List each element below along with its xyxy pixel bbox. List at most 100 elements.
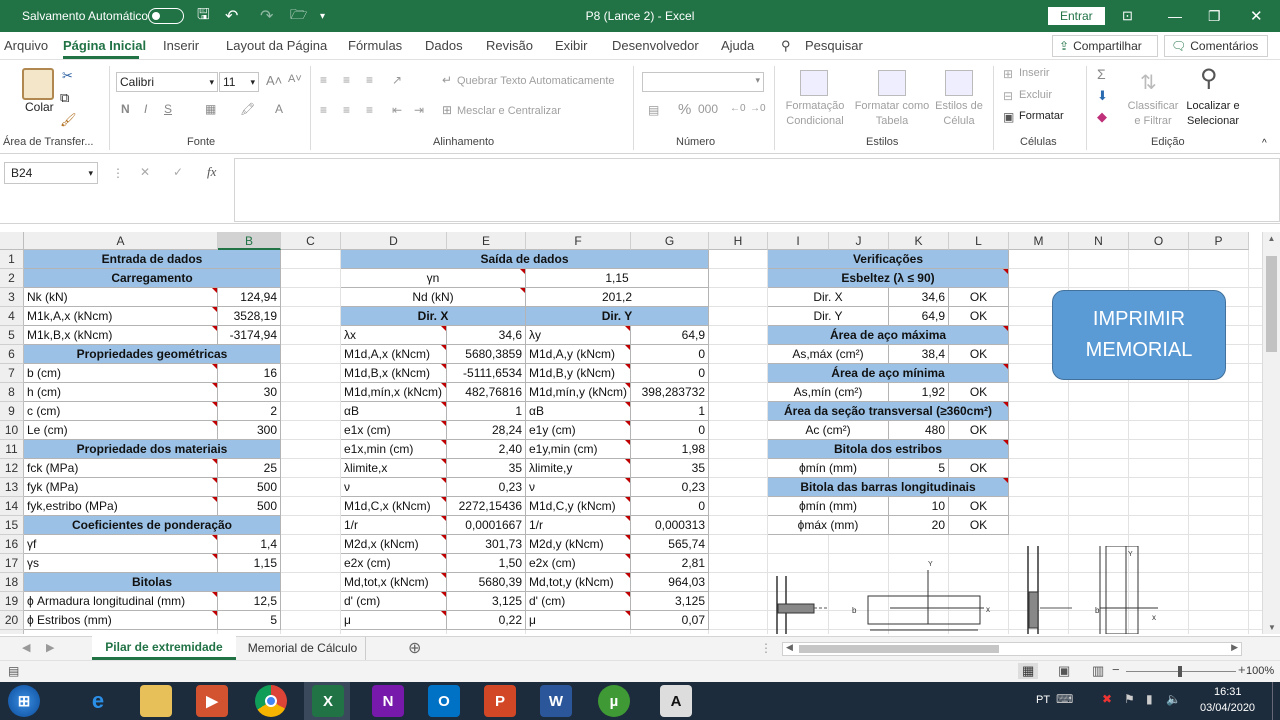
zoom-level[interactable]: 100% (1246, 665, 1274, 677)
wrap-text-icon[interactable]: ↵ (442, 73, 452, 87)
output-label-cell[interactable]: d' (cm) (341, 592, 447, 611)
section-header-cell[interactable]: Coeficientes de ponderação (24, 516, 281, 535)
output-value-cell[interactable]: 0,22 (447, 611, 526, 630)
output-value-cell[interactable]: 3,125 (447, 592, 526, 611)
column-header[interactable]: P (1189, 232, 1249, 250)
font-size-select[interactable]: 11 ▾ (219, 72, 259, 92)
paste-icon[interactable] (22, 68, 54, 100)
check-label-cell[interactable]: Dir. X (768, 288, 889, 307)
output-label-cell[interactable]: λy (526, 326, 631, 345)
check-label-cell[interactable]: ϕmín (mm) (768, 459, 889, 478)
scroll-down-icon[interactable]: ▼ (1263, 623, 1280, 632)
align-right-icon[interactable]: ≡ (366, 103, 373, 117)
check-value-cell[interactable]: 5 (889, 459, 949, 478)
column-header[interactable]: N (1069, 232, 1129, 250)
column-header[interactable]: F (526, 232, 631, 250)
input-label-cell[interactable]: M1k,A,x (kNcm) (24, 307, 218, 326)
input-label-cell[interactable]: b (cm) (24, 364, 218, 383)
dir-y-header-cell[interactable]: Dir. Y (526, 307, 709, 326)
share-button[interactable]: ⇪ Compartilhar (1052, 35, 1158, 57)
increase-decimal-icon[interactable]: ←0 (730, 103, 746, 114)
output-label-cell[interactable]: e1x (cm) (341, 421, 447, 440)
keyboard-icon[interactable]: ⌨ (1056, 692, 1073, 706)
delete-cells-icon[interactable]: ⊟ (1003, 89, 1013, 103)
output-value-cell[interactable]: 1,50 (447, 554, 526, 573)
row-header[interactable]: 5 (0, 326, 24, 345)
tab-file[interactable]: Arquivo (4, 38, 48, 53)
row-header[interactable]: 12 (0, 459, 24, 478)
insert-cells-button[interactable]: Inserir (1019, 67, 1050, 79)
output-label-cell[interactable]: M1d,B,y (kNcm) (526, 364, 631, 383)
bold-icon[interactable]: N (121, 102, 130, 116)
output-value-cell[interactable]: 482,76816 (447, 383, 526, 402)
output-value-cell[interactable]: 28,24 (447, 421, 526, 440)
accounting-format-icon[interactable]: ▤ (648, 103, 659, 117)
conditional-format-icon[interactable] (800, 70, 828, 96)
output-value-cell[interactable]: 0,23 (631, 478, 709, 497)
input-label-cell[interactable]: c (cm) (24, 402, 218, 421)
column-header[interactable]: M (1009, 232, 1069, 250)
row-header[interactable]: 16 (0, 535, 24, 554)
column-header[interactable]: G (631, 232, 709, 250)
output-value-cell[interactable]: 3,125 (631, 592, 709, 611)
output-label-cell[interactable]: Nd (kN) (341, 288, 526, 307)
check-label-cell[interactable]: As,mín (cm²) (768, 383, 889, 402)
tab-insert[interactable]: Inserir (163, 38, 199, 53)
copy-icon[interactable]: ⧉ (60, 90, 69, 106)
name-box[interactable]: B24 ▾ (4, 162, 98, 184)
section-header-cell[interactable]: Propriedade dos materiais (24, 440, 281, 459)
minimize-icon[interactable]: — (1168, 0, 1182, 32)
output-value-cell[interactable]: 398,283732 (631, 383, 709, 402)
tab-page-layout[interactable]: Layout da Página (226, 38, 327, 53)
row-header[interactable]: 13 (0, 478, 24, 497)
input-label-cell[interactable]: fyk (MPa) (24, 478, 218, 497)
section-header-cell[interactable]: Área de aço mínima (768, 364, 1009, 383)
save-icon[interactable]: 🖫 (197, 0, 210, 32)
grow-font-icon[interactable]: A˄ (266, 73, 282, 88)
tab-scroll-left-icon[interactable]: ◀ (22, 641, 30, 654)
decrease-decimal-icon[interactable]: →0 (750, 103, 766, 114)
row-header[interactable]: 1 (0, 250, 24, 269)
output-label-cell[interactable]: M1d,mín,y (kNcm) (526, 383, 631, 402)
output-value-cell[interactable]: 0,000313 (631, 516, 709, 535)
tab-scroll-right-icon[interactable]: ▶ (46, 641, 54, 654)
format-painter-icon[interactable]: 🖌 (60, 112, 77, 128)
cut-icon[interactable]: ✂ (62, 68, 73, 84)
close-icon[interactable]: ✕ (1250, 0, 1263, 32)
input-value-cell[interactable]: 300 (218, 421, 281, 440)
check-status-cell[interactable]: OK (949, 421, 1009, 440)
input-value-cell[interactable]: 500 (218, 497, 281, 516)
output-value-cell[interactable]: 35 (447, 459, 526, 478)
zoom-in-icon[interactable]: + (1238, 662, 1246, 677)
output-value-cell[interactable]: 1,98 (631, 440, 709, 459)
output-label-cell[interactable]: μ (341, 611, 447, 630)
zoom-out-icon[interactable]: − (1112, 662, 1120, 677)
output-label-cell[interactable]: d' (cm) (526, 592, 631, 611)
scroll-right-icon[interactable]: ▶ (1231, 642, 1238, 653)
output-label-cell[interactable]: e2x (cm) (341, 554, 447, 573)
output-label-cell[interactable]: μ (526, 611, 631, 630)
section-header-cell[interactable]: Esbeltez (λ ≤ 90) (768, 269, 1009, 288)
input-value-cell[interactable]: 25 (218, 459, 281, 478)
vertical-scrollbar[interactable]: ▲ ▼ (1262, 232, 1280, 634)
output-label-cell[interactable]: αB (526, 402, 631, 421)
cell-styles-icon[interactable] (945, 70, 973, 96)
percent-icon[interactable]: % (678, 101, 691, 118)
align-middle-icon[interactable]: ≡ (343, 73, 350, 87)
font-color-icon[interactable]: A (275, 102, 283, 116)
check-value-cell[interactable]: 64,9 (889, 307, 949, 326)
input-label-cell[interactable]: ϕ Estribos (mm) (24, 611, 218, 630)
scroll-thumb[interactable] (1266, 256, 1277, 352)
language-indicator[interactable]: PT (1036, 694, 1050, 706)
onenote-icon[interactable]: N (372, 685, 404, 717)
input-label-cell[interactable]: Le (cm) (24, 421, 218, 440)
check-value-cell[interactable]: 34,6 (889, 288, 949, 307)
tab-developer[interactable]: Desenvolvedor (612, 38, 699, 53)
output-value-cell[interactable]: 2,40 (447, 440, 526, 459)
word-icon[interactable]: W (540, 685, 572, 717)
section-header-cell[interactable]: Bitola dos estribos (768, 440, 1009, 459)
check-value-cell[interactable]: 10 (889, 497, 949, 516)
row-header[interactable]: 14 (0, 497, 24, 516)
input-title-cell[interactable]: Entrada de dados (24, 250, 281, 269)
orientation-icon[interactable]: ↗ (392, 73, 402, 87)
